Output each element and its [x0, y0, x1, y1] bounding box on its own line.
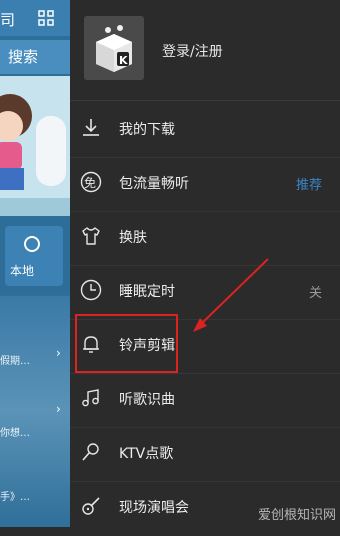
drawer-header[interactable]: K 登录/注册: [70, 0, 340, 101]
menu-item-label: 睡眠定时: [119, 284, 175, 300]
list-item[interactable]: 假期…: [0, 352, 30, 367]
sleep-timer-status: 关: [308, 286, 322, 301]
background-search-bar[interactable]: 搜索: [0, 40, 70, 74]
menu-item-label: 包流量畅听: [119, 176, 189, 192]
menu-item-my-downloads[interactable]: 我的下载: [70, 101, 340, 158]
disc-icon: [24, 236, 40, 252]
free-badge-text: 免: [84, 176, 97, 190]
background-local-tile[interactable]: 本地: [0, 222, 70, 292]
highlight-box: [75, 314, 178, 373]
tshirt-icon: [82, 227, 100, 245]
side-drawer: K 登录/注册 我的下载 免 包流量畅听 推荐 换肤 睡眠定时 关 铃声剪辑 听…: [70, 0, 340, 527]
menu-item-data-plan[interactable]: 免 包流量畅听 推荐: [70, 155, 340, 212]
download-icon: [83, 119, 99, 136]
list-item[interactable]: 你想…: [0, 424, 30, 439]
watermark-text: 爱创根知识网: [257, 508, 336, 523]
menu-item-label: 换肤: [119, 230, 147, 246]
clock-icon: [80, 279, 102, 301]
background-list: 假期… › 你想… › 手》…: [0, 296, 70, 527]
guitar-icon: [82, 497, 100, 515]
background-app: 司 搜索 本地 假期… › 你想… › 手》…: [0, 0, 70, 527]
menu-item-label: KTV点歌: [119, 446, 174, 462]
music-note-icon: [82, 389, 99, 407]
background-top-text: 司: [0, 11, 16, 29]
menu-item-song-recognition[interactable]: 听歌识曲: [70, 371, 340, 428]
menu-item-skins[interactable]: 换肤: [70, 209, 340, 266]
chevron-right-icon: ›: [56, 346, 61, 360]
avatar[interactable]: K: [84, 16, 144, 80]
menu-item-ktv[interactable]: KTV点歌: [70, 425, 340, 482]
recommend-badge: 推荐: [295, 178, 322, 193]
chevron-right-icon: ›: [56, 402, 61, 416]
background-banner[interactable]: [0, 76, 70, 216]
menu-item-label: 现场演唱会: [119, 500, 189, 516]
login-register-link[interactable]: 登录/注册: [162, 41, 223, 61]
microphone-icon: [82, 443, 99, 461]
menu-item-sleep-timer[interactable]: 睡眠定时 关: [70, 263, 340, 320]
list-item[interactable]: 手》…: [0, 488, 30, 503]
menu-item-label: 听歌识曲: [119, 392, 175, 408]
menu-item-label: 我的下载: [119, 122, 175, 138]
cartoon-illustration: [0, 76, 70, 216]
background-top-bar: 司: [0, 0, 70, 36]
kuwo-logo-icon: K: [96, 25, 132, 72]
svg-text:K: K: [119, 54, 128, 67]
local-label: 本地: [10, 264, 35, 278]
grid-icon[interactable]: [38, 10, 54, 26]
